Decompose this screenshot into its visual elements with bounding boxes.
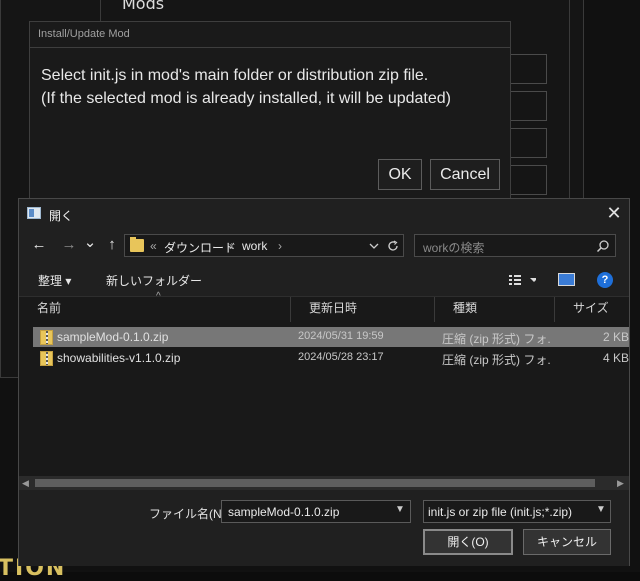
filename-label: ファイル名(N):	[149, 507, 229, 521]
file-size: 2 KB	[603, 330, 630, 344]
organize-button[interactable]: 整理 ▾	[38, 272, 71, 289]
path-overflow[interactable]: «	[150, 239, 157, 253]
dialog-titlebar: 開く ✕	[19, 199, 629, 228]
cancel-button[interactable]: Cancel	[430, 159, 500, 190]
file-size: 4 KB	[603, 351, 630, 365]
scrollbar-thumb[interactable]	[35, 479, 595, 487]
close-icon[interactable]: ✕	[602, 202, 626, 224]
horizontal-scrollbar[interactable]: ◀ ▶	[19, 476, 629, 490]
file-modified: 2024/05/31 19:59	[298, 330, 384, 342]
back-arrow-icon[interactable]: ←	[29, 235, 49, 255]
breadcrumb-work[interactable]: work	[242, 239, 267, 253]
forward-arrow-icon[interactable]: →	[59, 235, 79, 255]
recent-locations-chevron-icon[interactable]: ⌄	[83, 233, 97, 253]
column-header-modified[interactable]: 更新日時	[291, 297, 435, 322]
file-type: 圧縮 (zip 形式) フォ...	[442, 353, 550, 367]
ok-button[interactable]: OK	[378, 159, 422, 190]
open-button[interactable]: 開く(O)	[423, 529, 513, 555]
folder-icon	[130, 237, 144, 252]
search-placeholder: workの検索	[423, 241, 485, 255]
mods-heading: Mods	[122, 0, 165, 13]
zip-file-icon	[40, 330, 53, 345]
panel-button[interactable]	[510, 165, 547, 195]
breadcrumb-separator: ›	[278, 239, 282, 253]
filename-input[interactable]: sampleMod-0.1.0.zip	[221, 500, 411, 523]
column-header-type[interactable]: 種類	[435, 297, 555, 322]
refresh-icon[interactable]	[387, 240, 399, 252]
panel-button[interactable]	[510, 128, 547, 158]
file-open-dialog: 開く ✕ ← → ⌄ ↑ « ダウンロード › work › workの検索 整…	[18, 198, 630, 566]
chevron-down-icon[interactable]: ▼	[395, 504, 405, 515]
panel-button[interactable]	[510, 91, 547, 121]
install-update-dialog: Install/Update Mod Select init.js in mod…	[29, 21, 511, 201]
breadcrumb-separator: ›	[229, 239, 233, 253]
dialog-title: Install/Update Mod	[30, 22, 510, 48]
window-icon	[27, 207, 41, 219]
address-dropdown-chevron-icon[interactable]	[369, 241, 379, 251]
file-list: ^ 名前 更新日時 種類 サイズ sampleMod-0.1.0.zip 202…	[19, 291, 629, 476]
change-view-icon[interactable]	[508, 273, 536, 287]
chevron-down-icon[interactable]: ▼	[596, 504, 606, 515]
scroll-right-icon[interactable]: ▶	[617, 476, 624, 490]
scroll-left-icon[interactable]: ◀	[22, 476, 29, 490]
file-row[interactable]: showabilities-v1.1.0.zip 2024/05/28 23:1…	[33, 348, 629, 368]
column-header-name[interactable]: 名前	[19, 297, 291, 322]
help-icon[interactable]: ?	[597, 272, 613, 288]
dialog-message: Select init.js in mod's main folder or d…	[41, 67, 451, 107]
file-modified: 2024/05/28 23:17	[298, 351, 384, 363]
zip-file-icon	[40, 351, 53, 366]
file-type: 圧縮 (zip 形式) フォ...	[442, 332, 550, 346]
file-row[interactable]: sampleMod-0.1.0.zip 2024/05/31 19:59 圧縮 …	[33, 327, 629, 347]
new-folder-button[interactable]: 新しいフォルダー	[106, 272, 202, 289]
panel-button[interactable]	[510, 54, 547, 84]
file-name: sampleMod-0.1.0.zip	[57, 330, 169, 344]
file-name: showabilities-v1.1.0.zip	[57, 351, 181, 365]
dialog-title: 開く	[49, 209, 74, 223]
cancel-button[interactable]: キャンセル	[523, 529, 611, 555]
up-arrow-icon[interactable]: ↑	[102, 235, 122, 255]
search-icon[interactable]	[596, 239, 610, 253]
column-header-size[interactable]: サイズ	[555, 297, 629, 322]
search-input[interactable]: workの検索	[414, 234, 616, 257]
preview-pane-icon[interactable]	[558, 273, 575, 286]
file-type-filter-select[interactable]: init.js or zip file (init.js;*.zip)	[423, 500, 611, 523]
dialog-footer: ファイル名(N): sampleMod-0.1.0.zip ▼ init.js …	[19, 490, 629, 566]
breadcrumb-downloads[interactable]: ダウンロード	[164, 239, 236, 256]
address-bar[interactable]: « ダウンロード › work ›	[124, 234, 404, 257]
